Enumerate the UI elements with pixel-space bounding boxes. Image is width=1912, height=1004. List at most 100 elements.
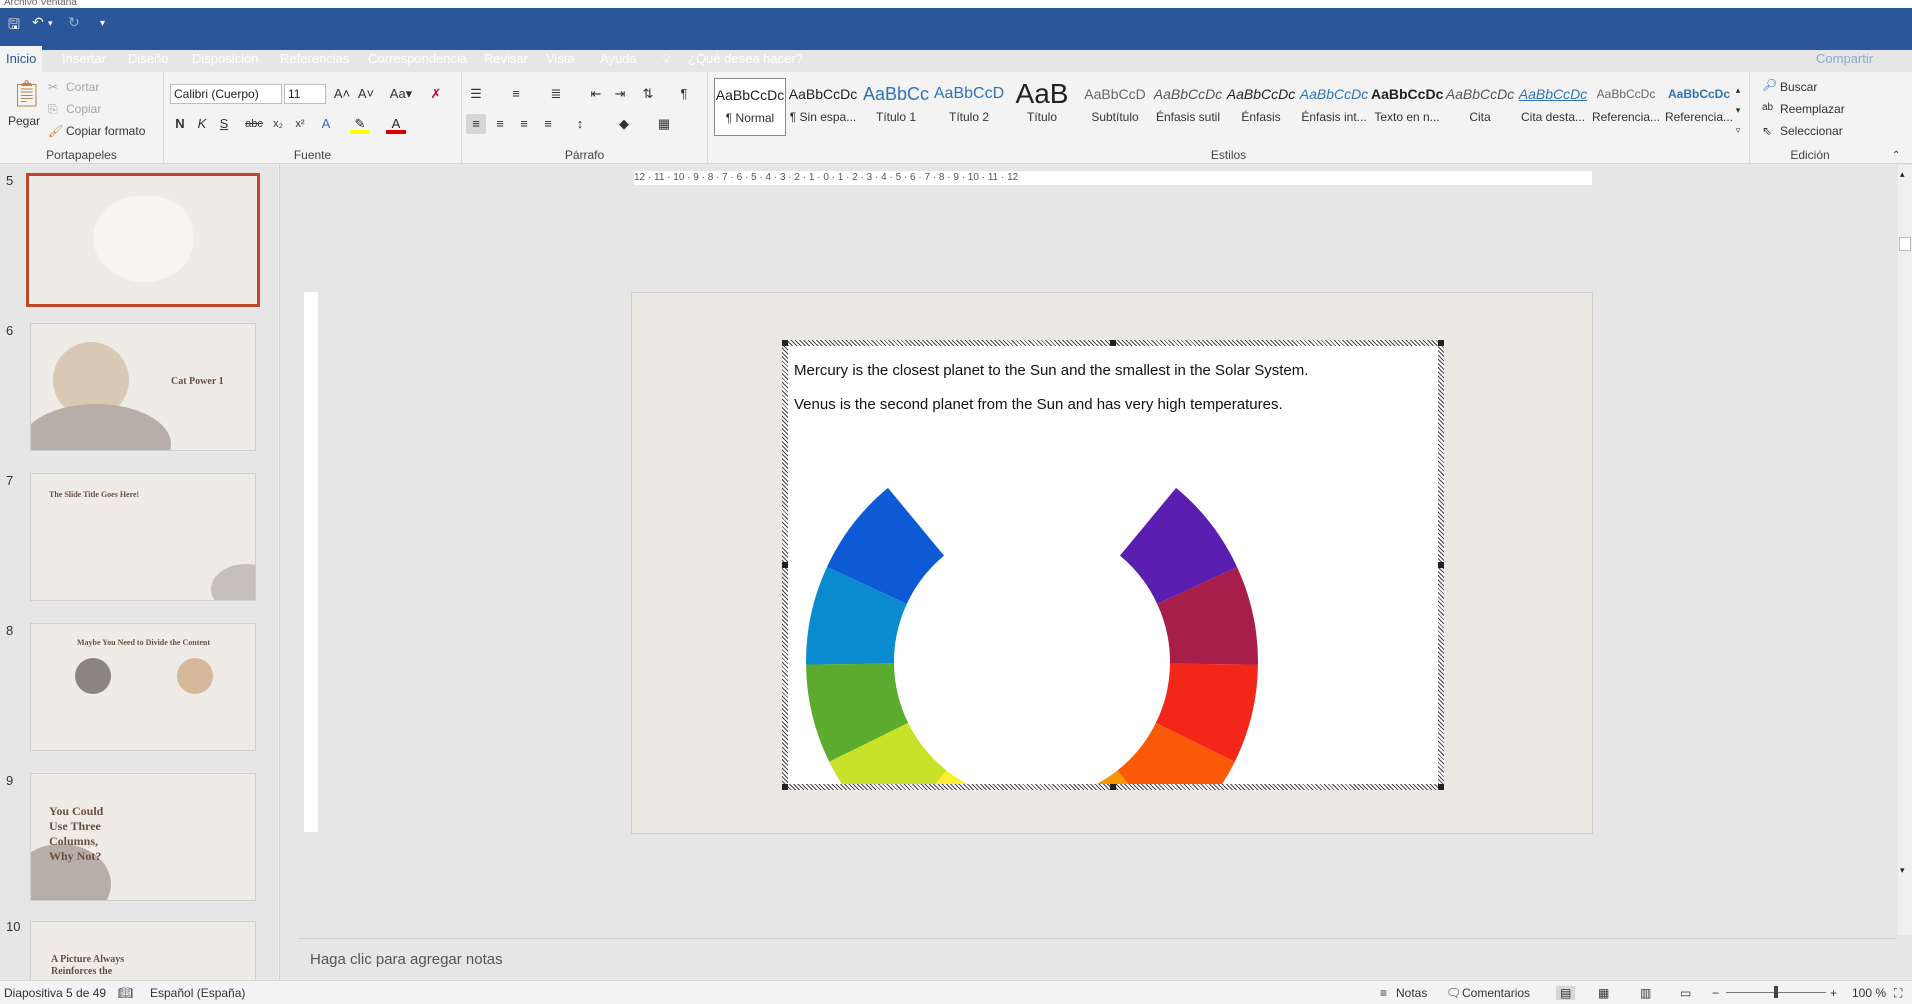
main-scroll-thumb[interactable]	[1899, 237, 1911, 251]
thumbnail-slide-8[interactable]: Maybe You Need to Divide the Content	[30, 623, 256, 751]
save-icon[interactable]: 🖫	[8, 14, 20, 38]
bold-icon[interactable]: N	[170, 114, 190, 134]
resize-handle[interactable]	[782, 340, 788, 346]
tab-insertar[interactable]: Insertar	[56, 46, 112, 72]
resize-handle[interactable]	[1438, 340, 1444, 346]
style-8[interactable]: AaBbCcDc Énfasis int...	[1298, 78, 1370, 136]
style-2[interactable]: AaBbCc Título 1	[860, 78, 932, 136]
resize-handle[interactable]	[1110, 784, 1116, 790]
styles-more-icon[interactable]: ▿	[1728, 120, 1748, 140]
replace-button[interactable]: Reemplazar	[1780, 102, 1845, 116]
comments-toggle[interactable]: Comentarios	[1462, 986, 1530, 1000]
grow-font-icon[interactable]: A˄	[332, 84, 352, 104]
embedded-document-object[interactable]: Mercury is the closest planet to the Sun…	[782, 340, 1444, 790]
style-13[interactable]: AaBbCcDc Referencia...	[1663, 78, 1735, 136]
sort-icon[interactable]: ⇅	[638, 84, 658, 104]
style-1[interactable]: AaBbCcDc ¶ Sin espa...	[787, 78, 859, 136]
select-button[interactable]: Seleccionar	[1780, 124, 1843, 138]
fit-to-window-icon[interactable]: ⛶	[1894, 986, 1902, 1001]
reading-view-icon[interactable]: ▥	[1640, 986, 1651, 1000]
paste-button[interactable]: Pegar	[8, 114, 40, 128]
style-7[interactable]: AaBbCcDc Énfasis	[1225, 78, 1297, 136]
style-6[interactable]: AaBbCcDc Énfasis sutil	[1152, 78, 1224, 136]
slide-sorter-icon[interactable]: ▦	[1598, 986, 1609, 1000]
align-right-icon[interactable]: ≡	[514, 114, 534, 134]
tab-revisar[interactable]: Revisar	[478, 46, 534, 72]
notes-toggle[interactable]: Notas	[1396, 986, 1427, 1000]
font-color-icon[interactable]: A	[386, 114, 406, 134]
undo-dropdown-icon[interactable]: ▾	[48, 18, 53, 29]
justify-icon[interactable]: ≡	[538, 114, 558, 134]
highlight-icon[interactable]: ✎	[350, 114, 370, 134]
thumbnails-scroll-thumb[interactable]	[279, 245, 280, 331]
change-case-icon[interactable]: Aa▾	[386, 84, 416, 104]
scroll-up-icon[interactable]: ▴	[1900, 169, 1905, 180]
paragraph-venus[interactable]: Venus is the second planet from the Sun …	[794, 396, 1283, 413]
text-effects-icon[interactable]: A	[316, 114, 336, 134]
bullets-icon[interactable]: ☰	[466, 84, 486, 104]
thumbnail-slide-5[interactable]	[26, 173, 260, 307]
zoom-slider-thumb[interactable]	[1774, 986, 1778, 998]
font-size-select[interactable]: 11	[284, 84, 326, 104]
font-name-select[interactable]: Calibri (Cuerpo)	[170, 84, 282, 104]
line-spacing-icon[interactable]: ↕	[570, 114, 590, 134]
thumbnail-slide-7[interactable]: The Slide Title Goes Here!	[30, 473, 256, 601]
copy-button[interactable]: Copiar	[66, 102, 101, 116]
tab-diseno[interactable]: Diseño	[122, 46, 174, 72]
zoom-in-icon[interactable]: +	[1830, 986, 1837, 1000]
clear-format-icon[interactable]: ✗	[426, 84, 446, 104]
cut-button[interactable]: Cortar	[66, 80, 99, 94]
style-9[interactable]: AaBbCcDc Texto en n...	[1371, 78, 1443, 136]
style-3[interactable]: AaBbCcD Título 2	[933, 78, 1005, 136]
tab-ayuda[interactable]: Ayuda	[594, 46, 643, 72]
undo-icon[interactable]: ↶	[32, 14, 44, 31]
shrink-font-icon[interactable]: A˅	[356, 84, 376, 104]
show-marks-icon[interactable]: ¶	[674, 84, 694, 104]
language-indicator[interactable]: Español (España)	[150, 986, 245, 1000]
align-center-icon[interactable]: ≡	[490, 114, 510, 134]
main-scrollbar[interactable]: ▴ ▾	[1898, 165, 1912, 935]
style-10[interactable]: AaBbCcDc Cita	[1444, 78, 1516, 136]
underline-icon[interactable]: S	[214, 114, 234, 134]
style-5[interactable]: AaBbCcD Subtítulo	[1079, 78, 1151, 136]
tab-referencias[interactable]: Referencias	[274, 46, 355, 72]
zoom-out-icon[interactable]: −	[1712, 986, 1719, 1000]
notes-pane[interactable]: Haga clic para agregar notas	[298, 938, 1896, 980]
numbering-icon[interactable]: ≡	[506, 84, 526, 104]
scroll-down-icon[interactable]: ▾	[1900, 865, 1905, 876]
paragraph-mercury[interactable]: Mercury is the closest planet to the Sun…	[794, 362, 1308, 379]
style-0[interactable]: AaBbCcDc ¶ Normal	[714, 78, 786, 136]
increase-indent-icon[interactable]: ⇥	[610, 84, 630, 104]
format-painter-button[interactable]: Copiar formato	[66, 124, 145, 138]
tab-disposicion[interactable]: Disposición	[186, 46, 264, 72]
style-11[interactable]: AaBbCcDc Cita desta...	[1517, 78, 1589, 136]
style-4[interactable]: AaB Título	[1006, 78, 1078, 136]
resize-handle[interactable]	[782, 562, 788, 568]
presenter-view-icon[interactable]: ▭	[1680, 986, 1691, 1000]
styles-down-icon[interactable]: ▾	[1728, 100, 1748, 120]
notes-placeholder[interactable]: Haga clic para agregar notas	[310, 951, 503, 968]
subscript-icon[interactable]: x₂	[268, 114, 288, 134]
resize-handle[interactable]	[782, 784, 788, 790]
decrease-indent-icon[interactable]: ⇤	[586, 84, 606, 104]
spellcheck-icon[interactable]: 📖︎	[118, 986, 133, 1000]
thumbnail-slide-9[interactable]: You Could Use Three Columns, Why Not?	[30, 773, 256, 901]
redo-icon[interactable]: ↻	[68, 14, 80, 31]
styles-up-icon[interactable]: ▴	[1728, 80, 1748, 100]
tab-vista[interactable]: Vista	[540, 46, 581, 72]
tell-me-search[interactable]: ¿Qué desea hacer?	[682, 46, 809, 72]
thumbnail-slide-10[interactable]: A Picture Always Reinforces the	[30, 921, 256, 980]
find-button[interactable]: Buscar	[1780, 80, 1817, 94]
customize-qat-icon[interactable]: ▾	[100, 18, 105, 29]
collapse-ribbon-icon[interactable]: ⌃	[1892, 150, 1900, 161]
italic-icon[interactable]: K	[192, 114, 212, 134]
align-left-icon[interactable]: ≡	[466, 114, 486, 134]
paste-icon[interactable]: 📋︎	[10, 78, 43, 109]
tab-inicio[interactable]: Inicio	[0, 46, 43, 72]
tab-correspondencia[interactable]: Correspondencia	[362, 46, 473, 72]
resize-handle[interactable]	[1110, 340, 1116, 346]
style-12[interactable]: AaBbCcDc Referencia...	[1590, 78, 1662, 136]
multilevel-list-icon[interactable]: ≣	[546, 84, 566, 104]
normal-view-icon[interactable]: ▤	[1556, 986, 1576, 1000]
resize-handle[interactable]	[1438, 562, 1444, 568]
